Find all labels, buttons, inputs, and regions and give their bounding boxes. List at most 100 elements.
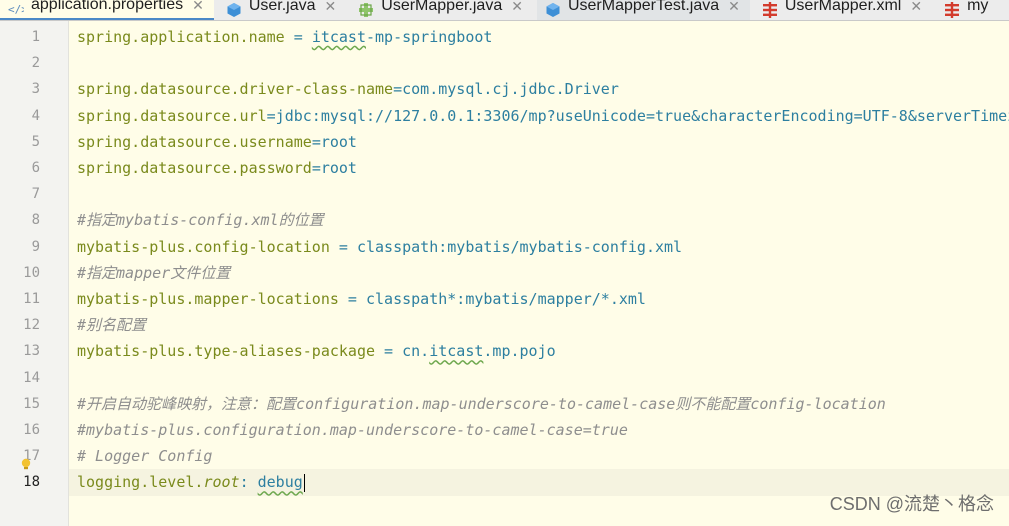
- spelling-flagged-word: itcast: [429, 342, 484, 361]
- code-line[interactable]: #指定mapper文件位置: [69, 260, 1009, 286]
- line-number: 12: [23, 317, 40, 334]
- code-line[interactable]: mybatis-plus.mapper-locations = classpat…: [69, 286, 1009, 312]
- editor-tab-label: User.java: [248, 0, 316, 14]
- close-tab-icon[interactable]: ✕: [511, 0, 523, 16]
- lightbulb-icon[interactable]: [20, 458, 32, 470]
- property-key: spring.datasource.username: [77, 132, 312, 151]
- property-value: .mp.pojo: [483, 342, 556, 361]
- property-value: = classpath*:mybatis/mapper/*.xml: [338, 290, 646, 308]
- property-key: logging.level.: [77, 473, 204, 492]
- line-number: 14: [23, 369, 40, 386]
- editor-tab[interactable]: UserMapper.java ✕: [350, 0, 533, 20]
- editor-tab-label: my: [967, 0, 989, 14]
- line-number: 3: [31, 81, 40, 98]
- code-line[interactable]: spring.datasource.username=root: [69, 129, 1009, 155]
- properties-file-icon: </>: [8, 3, 24, 16]
- code-line[interactable]: mybatis-plus.type-aliases-package = cn.i…: [69, 338, 1009, 364]
- line-number: 2: [31, 55, 40, 72]
- comment: #别名配置: [77, 316, 147, 335]
- line-number: 10: [23, 264, 40, 281]
- text-caret: [303, 473, 306, 492]
- editor-tab[interactable]: UserMapperTest.java ✕: [536, 0, 750, 20]
- line-number: 4: [31, 107, 40, 124]
- code-line[interactable]: [69, 181, 1009, 207]
- comment: # Logger Config: [77, 447, 213, 466]
- code-line-text: #开启自动驼峰映射，注意：配置configuration.map-undersc…: [77, 391, 886, 417]
- svg-text:</>: </>: [8, 3, 24, 16]
- code-line[interactable]: mybatis-plus.config-location = classpath…: [69, 234, 1009, 260]
- editor-tab[interactable]: my: [936, 0, 998, 20]
- code-line[interactable]: #别名配置: [69, 312, 1009, 338]
- property-key: spring.application.name: [77, 28, 285, 46]
- spelling-flagged-word: debug: [257, 473, 303, 492]
- editor-tab-bar: </>application.properties✕User.java✕User…: [0, 0, 1009, 21]
- property-value: :: [239, 473, 258, 492]
- line-number: 9: [31, 238, 40, 255]
- code-line[interactable]: spring.datasource.url=jdbc:mysql://127.0…: [69, 103, 1009, 129]
- comment: #开启自动驼峰映射，注意：配置configuration.map-undersc…: [77, 394, 886, 413]
- code-line-text: spring.application.name = itcast-mp-spri…: [77, 24, 492, 50]
- property-value: =com.mysql.cj.jdbc.Driver: [393, 80, 619, 99]
- line-number: 16: [23, 422, 40, 438]
- code-line[interactable]: #开启自动驼峰映射，注意：配置configuration.map-undersc…: [69, 391, 1009, 417]
- code-line[interactable]: # Logger Config: [69, 443, 1009, 469]
- editor-tab-label: UserMapper.xml: [784, 0, 902, 14]
- code-line-text: mybatis-plus.type-aliases-package = cn.i…: [77, 338, 556, 364]
- code-line-text: # Logger Config: [77, 443, 212, 469]
- line-number: 1: [31, 29, 40, 45]
- line-number: 15: [23, 395, 40, 412]
- property-value: = classpath:mybatis/mybatis-config.xml: [329, 237, 683, 256]
- line-number: 18: [23, 474, 40, 491]
- code-line[interactable]: #mybatis-plus.configuration.map-undersco…: [69, 417, 1009, 443]
- property-key: spring.datasource.password: [77, 159, 312, 177]
- editor-tab[interactable]: User.java ✕: [218, 0, 346, 20]
- code-line[interactable]: [69, 365, 1009, 391]
- watermark: CSDN @流楚丶格念: [829, 494, 994, 514]
- line-number: 8: [31, 212, 40, 229]
- property-key: mybatis-plus.type-aliases-package: [77, 342, 376, 361]
- code-line-text: #指定mybatis-config.xml的位置: [77, 207, 324, 233]
- close-tab-icon[interactable]: ✕: [325, 0, 337, 16]
- code-line-text: logging.level.root: debug: [77, 469, 306, 495]
- line-number: 7: [31, 186, 40, 203]
- code-line[interactable]: spring.datasource.password=root: [69, 155, 1009, 181]
- code-line[interactable]: spring.datasource.driver-class-name=com.…: [69, 76, 1009, 102]
- property-key: mybatis-plus.mapper-locations: [77, 290, 339, 308]
- comment: #指定mapper文件位置: [77, 263, 231, 282]
- code-line[interactable]: spring.application.name = itcast-mp-spri…: [69, 24, 1009, 50]
- property-value: =root: [311, 132, 357, 151]
- close-tab-icon[interactable]: ✕: [192, 0, 204, 15]
- editor-tab[interactable]: UserMapper.xml ✕: [754, 0, 932, 20]
- property-value: -mp-springboot: [366, 28, 493, 46]
- code-line-text: mybatis-plus.config-location = classpath…: [77, 234, 682, 260]
- code-line-text: spring.datasource.url=jdbc:mysql://127.0…: [77, 103, 1009, 129]
- java-class-icon: [546, 3, 560, 17]
- property-value: =root: [311, 159, 357, 177]
- code-line-text: spring.datasource.password=root: [77, 155, 357, 181]
- code-line-text: spring.datasource.driver-class-name=com.…: [77, 76, 619, 102]
- line-number: 13: [23, 343, 40, 360]
- line-number: 6: [31, 160, 40, 176]
- code-line-text: #mybatis-plus.configuration.map-undersco…: [77, 417, 628, 443]
- line-number: 5: [31, 133, 40, 150]
- property-key: spring.datasource.driver-class-name: [77, 80, 394, 99]
- code-line-text: spring.datasource.username=root: [77, 129, 357, 155]
- spelling-flagged-word: itcast: [311, 28, 366, 46]
- editor-tab[interactable]: </> application.properties ✕: [0, 0, 214, 20]
- close-tab-icon[interactable]: ✕: [728, 0, 740, 16]
- mybatis-xml-icon: [762, 2, 777, 18]
- code-line[interactable]: #指定mybatis-config.xml的位置: [69, 207, 1009, 233]
- mybatis-xml-icon: [945, 2, 960, 18]
- java-class-icon: [227, 3, 241, 17]
- code-editor[interactable]: spring.application.name = itcast-mp-spri…: [69, 21, 1009, 526]
- code-line[interactable]: [69, 50, 1009, 76]
- property-value: = cn.: [375, 342, 430, 361]
- property-key: root: [203, 473, 240, 492]
- line-number: 11: [23, 291, 40, 307]
- property-value: =jdbc:mysql://127.0.0.1:3306/mp?useUnico…: [266, 106, 1009, 125]
- editor-tab-label: UserMapperTest.java: [567, 0, 720, 14]
- code-line-text: mybatis-plus.mapper-locations = classpat…: [77, 286, 646, 312]
- comment: #指定mybatis-config.xml的位置: [77, 211, 324, 230]
- property-key: spring.datasource.url: [77, 106, 267, 125]
- close-tab-icon[interactable]: ✕: [910, 0, 922, 16]
